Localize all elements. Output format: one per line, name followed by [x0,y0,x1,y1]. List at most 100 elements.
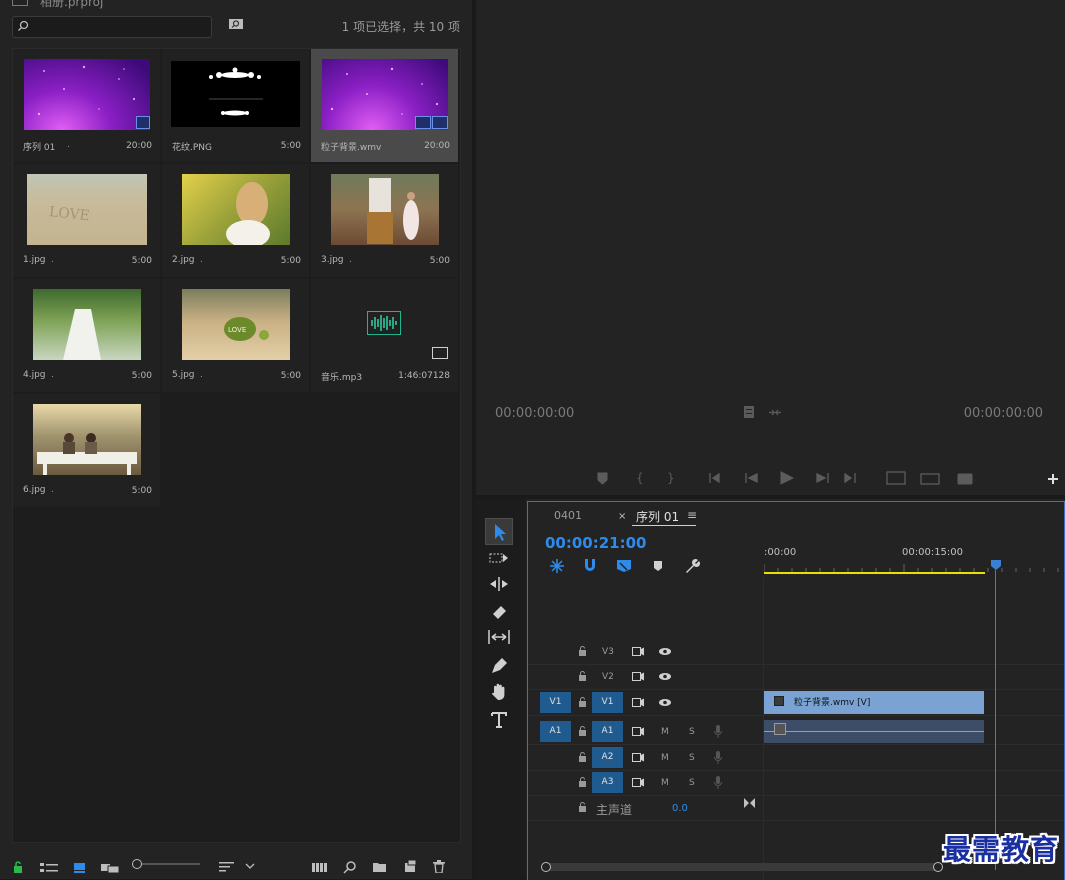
go-to-end-icon[interactable] [744,798,755,808]
lock-icon[interactable] [578,646,587,656]
icon-view-icon[interactable] [73,862,87,874]
horizontal-scrollbar[interactable] [542,863,942,871]
solo-button[interactable]: S [689,727,695,737]
playhead-line[interactable] [995,570,996,870]
chevron-down-icon[interactable] [245,863,255,870]
tab-sequence-01[interactable]: 序列 01 [636,508,679,525]
time-ruler[interactable] [763,562,1064,572]
bin-item-2jpg[interactable]: 2.jpg . 5:00 [162,164,309,277]
track-v2: V2 [528,665,1064,690]
zoom-slider-handle[interactable] [132,859,142,869]
lock-icon[interactable] [578,752,587,762]
sync-lock-icon[interactable] [632,778,645,787]
playhead-timecode[interactable]: 00:00:00:00 [495,406,574,421]
duration-timecode: 00:00:00:00 [963,406,1043,421]
tab-menu-icon[interactable]: ≡ [687,508,697,522]
track-target-a2[interactable]: A2 [592,747,623,768]
automate-to-sequence-icon[interactable] [312,861,328,873]
bin-item-3jpg[interactable]: 3.jpg . 5:00 [311,164,458,277]
track-target-a3[interactable]: A3 [592,772,623,793]
eye-icon[interactable] [658,698,672,707]
eye-icon[interactable] [658,672,672,681]
settings-wrench-icon[interactable] [768,408,782,417]
new-item-icon[interactable] [404,860,417,873]
lock-icon[interactable] [578,802,587,812]
sequence-timecode[interactable]: 00:00:21:00 [545,534,647,552]
mic-icon[interactable] [714,725,722,738]
selection-tool[interactable] [485,518,513,545]
bin-item-sequence[interactable]: 序列 01 . 20:00 [13,49,160,162]
item-label-dot: . [349,255,352,265]
work-area-bar[interactable] [764,572,985,574]
mute-button[interactable]: M [661,727,669,737]
slip-icon[interactable] [488,630,510,644]
new-bin-icon[interactable] [372,861,387,873]
sync-lock-icon[interactable] [632,698,645,707]
bin-item-5jpg[interactable]: LOVE 5.jpg . 5:00 [162,279,309,392]
playhead-handle[interactable] [991,560,1001,570]
button-editor-plus-icon[interactable] [1047,473,1059,485]
video-clip[interactable]: 粒子背景.wmv [V] [764,691,984,714]
tab-close-icon[interactable]: × [618,511,626,522]
lock-icon[interactable] [13,861,23,873]
bin-item-6jpg[interactable]: 6.jpg . 5:00 [13,394,160,507]
lift-icon [886,471,906,485]
track-target-v1[interactable]: V1 [592,692,623,713]
source-patch-v1[interactable]: V1 [540,692,571,713]
audio-clip[interactable] [764,720,984,743]
nest-sequence-icon[interactable] [549,558,565,574]
master-volume-value[interactable]: 0.0 [672,803,688,814]
pen-icon[interactable] [490,657,508,674]
find-button[interactable] [228,18,244,30]
mute-button[interactable]: M [661,778,669,788]
thumbnail: LOVE [27,174,147,245]
ruler-start-label: :00:00 [764,547,797,558]
scrollbar-right-handle[interactable] [933,862,943,872]
search-input[interactable] [12,16,212,38]
scrollbar-left-handle[interactable] [541,862,551,872]
zoom-slider[interactable] [132,863,200,865]
hand-icon[interactable] [490,683,508,701]
solo-button[interactable]: S [689,778,695,788]
find-icon[interactable] [343,860,357,874]
wrench-icon[interactable] [684,558,700,574]
lock-icon[interactable] [578,777,587,787]
bin-item-wmv[interactable]: 粒子背景.wmv 20:00 [311,49,458,162]
item-label-dot: . [51,255,54,265]
trash-icon[interactable] [433,860,445,873]
source-patch-a1[interactable]: A1 [540,721,571,742]
item-duration: 20:00 [424,141,450,151]
add-marker-icon[interactable] [653,560,663,572]
track-select-forward-icon[interactable] [489,551,509,565]
type-tool-icon[interactable] [490,711,508,729]
fit-icon[interactable] [744,406,754,418]
bin-item-4jpg[interactable]: 4.jpg . 5:00 [13,279,160,392]
lock-icon[interactable] [578,697,587,707]
couple-image [367,178,419,244]
linked-selection-icon[interactable] [616,559,632,573]
lock-icon[interactable] [578,726,587,736]
freeform-view-icon[interactable] [100,862,120,874]
lock-icon[interactable] [578,671,587,681]
bin-item-mp3[interactable]: 音乐.mp3 1:46:07128 [311,279,458,392]
razor-icon[interactable] [490,603,508,619]
solo-button[interactable]: S [689,753,695,763]
eye-icon[interactable] [658,647,672,656]
ripple-edit-icon[interactable] [489,577,509,591]
project-toolbar [0,850,472,879]
bin-item-png[interactable]: 花纹.PNG 5:00 [162,49,309,162]
sync-lock-icon[interactable] [632,672,645,681]
sync-lock-icon[interactable] [632,647,645,656]
list-view-icon[interactable] [40,862,58,874]
item-name: 2.jpg [172,255,195,265]
sync-lock-icon[interactable] [632,727,645,736]
snap-magnet-icon[interactable] [583,558,597,573]
tab-0401[interactable]: 0401 [554,509,582,522]
sync-lock-icon[interactable] [632,753,645,762]
mic-icon[interactable] [714,751,722,764]
mute-button[interactable]: M [661,753,669,763]
bin-item-1jpg[interactable]: LOVE 1.jpg . 5:00 [13,164,160,277]
track-target-a1[interactable]: A1 [592,721,623,742]
mic-icon[interactable] [714,776,722,789]
sort-icon[interactable] [219,861,235,873]
